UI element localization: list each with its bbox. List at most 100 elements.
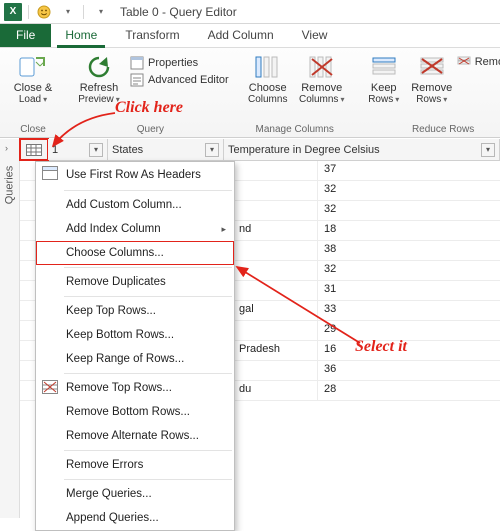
menu-choose-columns[interactable]: Choose Columns... bbox=[36, 241, 234, 265]
cell-state: du bbox=[235, 381, 318, 400]
column-header-temperature-label: Temperature in Degree Celsius bbox=[228, 144, 380, 156]
remove-rows-label-2: Rows bbox=[416, 94, 441, 105]
cell-state: Pradesh bbox=[235, 341, 318, 360]
tab-view[interactable]: View bbox=[288, 24, 342, 47]
submenu-arrow-icon: ▸ bbox=[221, 224, 226, 235]
queries-sidebar[interactable]: › Queries bbox=[0, 139, 20, 518]
filter-dropdown-icon[interactable]: ▾ bbox=[481, 143, 495, 157]
query-extra-list: Properties Advanced Editor bbox=[126, 50, 229, 87]
quick-access-toolbar: X ▾ ▾ Table 0 - Query Editor bbox=[0, 0, 500, 24]
cell-temperature: 33 bbox=[318, 301, 500, 320]
group-close-label: Close bbox=[6, 124, 60, 137]
advanced-editor-button[interactable]: Advanced Editor bbox=[130, 73, 229, 87]
remove-columns-button[interactable]: Remove Columns▾ bbox=[295, 50, 349, 105]
cell-state bbox=[235, 241, 318, 260]
menu-add-index-column-label: Add Index Column bbox=[66, 223, 161, 235]
choose-columns-button[interactable]: Choose Columns bbox=[241, 50, 295, 105]
window-title: Table 0 - Query Editor bbox=[120, 5, 237, 19]
menu-remove-errors-label: Remove Errors bbox=[66, 459, 143, 471]
cell-state bbox=[235, 201, 318, 220]
ribbon: Close & Load▾ Close Refresh Preview▾ Pro… bbox=[0, 48, 500, 138]
menu-first-row-headers[interactable]: Use First Row As Headers bbox=[36, 162, 234, 188]
advanced-editor-label: Advanced Editor bbox=[148, 74, 229, 86]
close-load-label-2: Load bbox=[19, 94, 41, 105]
menu-add-custom-column-label: Add Custom Column... bbox=[66, 199, 182, 211]
tab-transform[interactable]: Transform bbox=[111, 24, 193, 47]
reduce-extra-list: Remove F bbox=[457, 50, 500, 68]
table-header-icon bbox=[42, 166, 58, 182]
refresh-label-1: Refresh bbox=[80, 82, 119, 94]
remove-rows-icon bbox=[417, 54, 447, 80]
column-header-id[interactable]: 1 ▾ bbox=[48, 139, 108, 160]
cell-temperature: 32 bbox=[318, 181, 500, 200]
cell-temperature: 29 bbox=[318, 321, 500, 340]
cell-temperature: 37 bbox=[318, 161, 500, 180]
menu-remove-top-rows-label: Remove Top Rows... bbox=[66, 382, 172, 394]
table-menu-button[interactable] bbox=[20, 139, 48, 160]
close-and-load-button[interactable]: Close & Load▾ bbox=[6, 50, 60, 105]
menu-remove-duplicates-label: Remove Duplicates bbox=[66, 276, 166, 288]
cell-temperature: 32 bbox=[318, 261, 500, 280]
sidebar-expand-icon[interactable]: › bbox=[5, 143, 8, 153]
keep-rows-label-1: Keep bbox=[371, 82, 397, 94]
properties-button[interactable]: Properties bbox=[130, 56, 229, 70]
cell-temperature: 38 bbox=[318, 241, 500, 260]
menu-keep-range-rows[interactable]: Keep Range of Rows... bbox=[36, 347, 234, 371]
cell-temperature: 36 bbox=[318, 361, 500, 380]
menu-add-custom-column[interactable]: Add Custom Column... bbox=[36, 193, 234, 217]
refresh-preview-button[interactable]: Refresh Preview▾ bbox=[72, 50, 126, 105]
cell-state bbox=[235, 161, 318, 180]
menu-remove-alternate-rows[interactable]: Remove Alternate Rows... bbox=[36, 424, 234, 448]
column-header-temperature[interactable]: Temperature in Degree Celsius ▾ bbox=[224, 139, 500, 160]
menu-append-queries[interactable]: Append Queries... bbox=[36, 506, 234, 530]
qat-separator-2 bbox=[83, 5, 84, 19]
remove-first-rows-button[interactable]: Remove F bbox=[457, 56, 500, 68]
cell-temperature: 16 bbox=[318, 341, 500, 360]
refresh-label-2: Preview bbox=[78, 94, 114, 105]
filter-dropdown-icon[interactable]: ▾ bbox=[205, 143, 219, 157]
qat-dropdown-icon[interactable]: ▾ bbox=[59, 3, 77, 21]
cell-state bbox=[235, 181, 318, 200]
queries-label: Queries bbox=[4, 166, 16, 205]
cell-state bbox=[235, 281, 318, 300]
menu-remove-alternate-rows-label: Remove Alternate Rows... bbox=[66, 430, 199, 442]
menu-remove-duplicates[interactable]: Remove Duplicates bbox=[36, 270, 234, 294]
remove-rows-label-1: Remove bbox=[411, 82, 452, 94]
menu-keep-top-rows-label: Keep Top Rows... bbox=[66, 305, 156, 317]
remove-rows-button[interactable]: Remove Rows▾ bbox=[407, 50, 457, 105]
choose-columns-label-1: Choose bbox=[249, 82, 287, 94]
cell-temperature: 28 bbox=[318, 381, 500, 400]
header-row: 1 ▾ States ▾ Temperature in Degree Celsi… bbox=[20, 139, 500, 161]
group-manage-columns: Choose Columns Remove Columns▾ Manage Co… bbox=[235, 48, 355, 137]
remove-rows-icon bbox=[42, 380, 58, 396]
excel-logo: X bbox=[4, 3, 22, 21]
cell-temperature: 32 bbox=[318, 201, 500, 220]
smiley-icon[interactable] bbox=[35, 3, 53, 21]
tab-home[interactable]: Home bbox=[51, 24, 111, 47]
menu-add-index-column[interactable]: Add Index Column ▸ bbox=[36, 217, 234, 241]
table-context-menu: Use First Row As Headers Add Custom Colu… bbox=[35, 161, 235, 531]
menu-remove-errors[interactable]: Remove Errors bbox=[36, 453, 234, 477]
group-manage-columns-label: Manage Columns bbox=[241, 124, 349, 137]
close-load-icon bbox=[18, 54, 48, 80]
menu-remove-bottom-rows[interactable]: Remove Bottom Rows... bbox=[36, 400, 234, 424]
menu-merge-queries[interactable]: Merge Queries... bbox=[36, 482, 234, 506]
menu-remove-top-rows[interactable]: Remove Top Rows... bbox=[36, 376, 234, 400]
cell-state bbox=[235, 321, 318, 340]
menu-keep-top-rows[interactable]: Keep Top Rows... bbox=[36, 299, 234, 323]
menu-keep-bottom-rows[interactable]: Keep Bottom Rows... bbox=[36, 323, 234, 347]
column-header-states[interactable]: States ▾ bbox=[108, 139, 224, 160]
tab-file[interactable]: File bbox=[0, 24, 51, 47]
cell-state: gal bbox=[235, 301, 318, 320]
cell-temperature: 18 bbox=[318, 221, 500, 240]
menu-keep-bottom-rows-label: Keep Bottom Rows... bbox=[66, 329, 174, 341]
remove-columns-label-1: Remove bbox=[301, 82, 342, 94]
remove-columns-label-2: Columns bbox=[299, 94, 338, 105]
choose-columns-icon bbox=[253, 54, 283, 80]
close-load-label-1: Close & bbox=[14, 82, 53, 94]
tab-add-column[interactable]: Add Column bbox=[194, 24, 288, 47]
keep-rows-button[interactable]: Keep Rows▾ bbox=[361, 50, 407, 105]
qat-dropdown-icon-2[interactable]: ▾ bbox=[92, 3, 110, 21]
menu-append-queries-label: Append Queries... bbox=[66, 512, 159, 524]
filter-dropdown-icon[interactable]: ▾ bbox=[89, 143, 103, 157]
